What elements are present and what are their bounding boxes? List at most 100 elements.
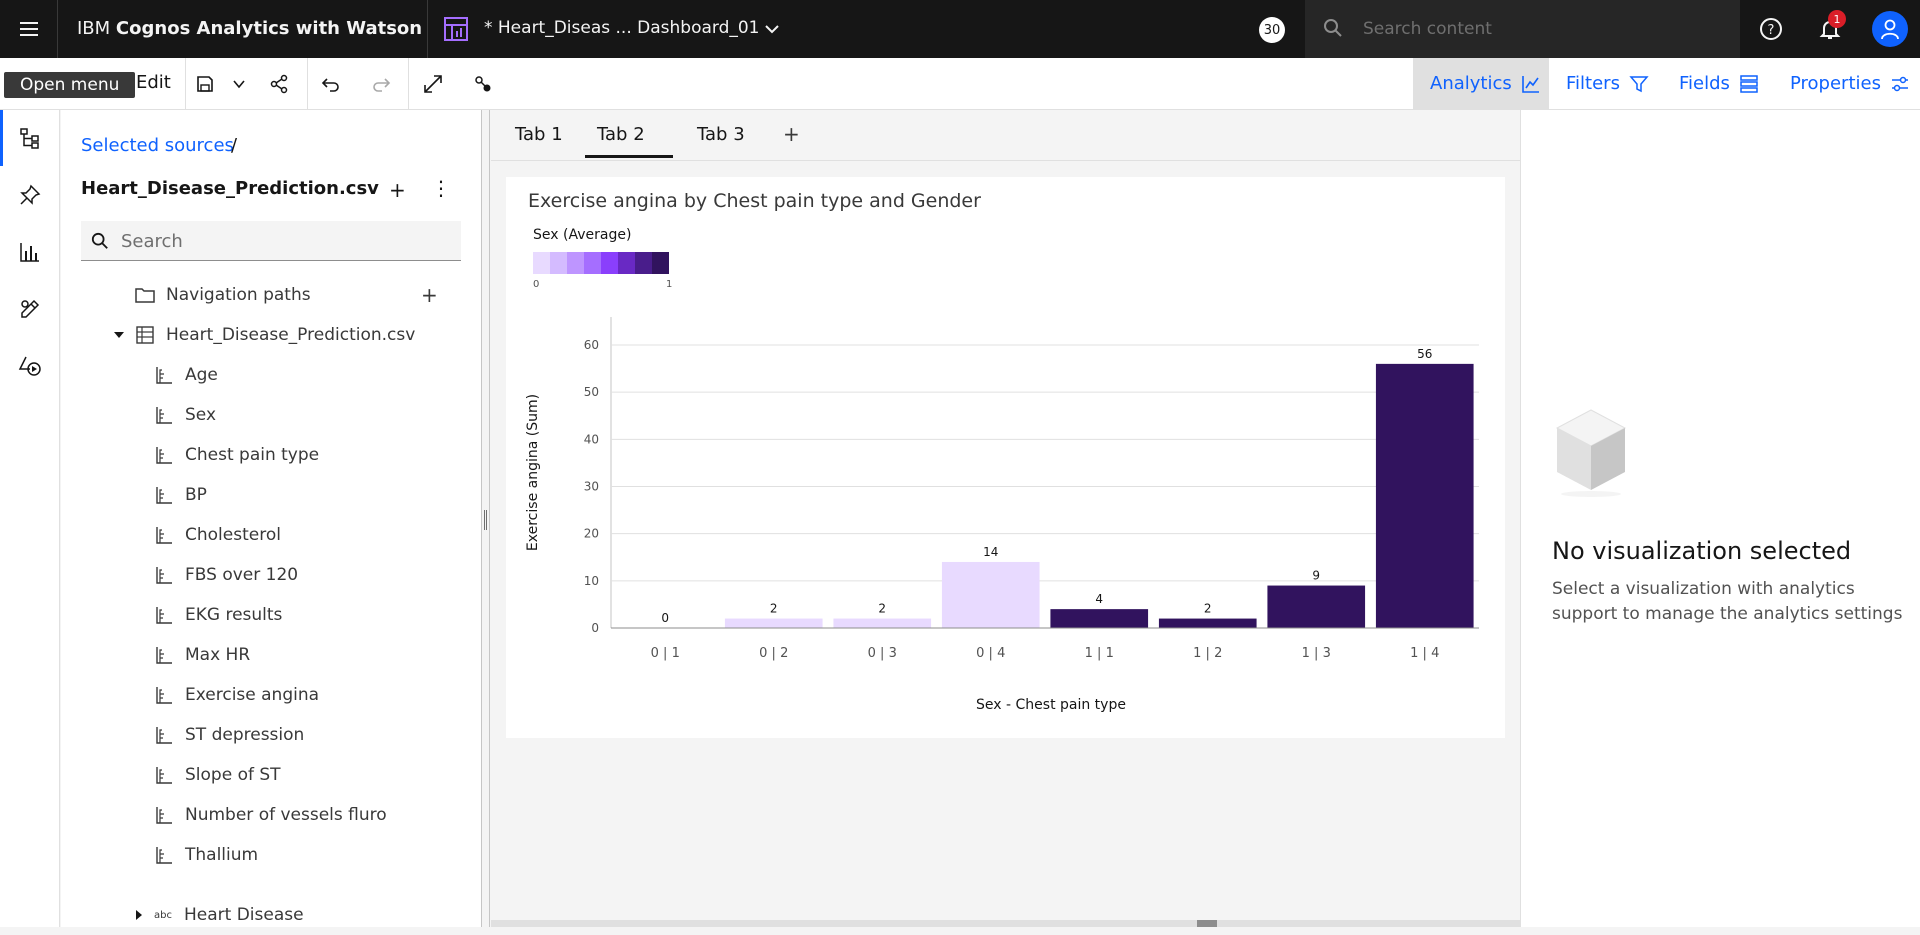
redo-button[interactable] <box>369 72 393 96</box>
edit-button[interactable]: Edit <box>136 72 171 93</box>
add-source-button[interactable]: + <box>389 178 406 202</box>
count-badge[interactable]: 30 <box>1259 17 1285 43</box>
source-search-input[interactable] <box>121 227 441 255</box>
measure-icon <box>153 484 175 506</box>
field-item[interactable]: Number of vessels fluro <box>153 795 387 835</box>
field-item[interactable]: Sex <box>153 395 216 435</box>
source-overflow-menu-button[interactable]: ⋮ <box>431 176 451 200</box>
sources-rail-button[interactable] <box>0 110 60 166</box>
pin-rail-button[interactable] <box>0 167 60 223</box>
redo-icon <box>373 78 391 92</box>
measure-icon <box>153 844 175 866</box>
analytics-button[interactable]: Analytics <box>1413 58 1549 109</box>
tab-1[interactable]: Tab 1 <box>515 124 563 145</box>
save-options-button[interactable] <box>227 72 251 96</box>
settings-adjust-icon <box>1891 76 1908 91</box>
x-tick-label: 1 | 1 <box>1085 646 1114 661</box>
shapes-play-icon <box>18 356 41 376</box>
field-label: Slope of ST <box>185 765 281 785</box>
bar-chart-widget[interactable]: Exercise angina by Chest pain type and G… <box>506 177 1505 738</box>
horizontal-scrollbar[interactable] <box>491 920 1520 927</box>
y-axis-label: Exercise angina (Sum) <box>525 394 541 551</box>
data-label: 4 <box>1095 592 1103 606</box>
user-avatar[interactable] <box>1872 11 1908 47</box>
product-name[interactable]: IBM Cognos Analytics with Watson <box>77 18 422 39</box>
divider <box>427 0 428 58</box>
measure-icon <box>153 444 175 466</box>
caret-right-icon[interactable] <box>128 904 150 926</box>
caret-down-icon[interactable] <box>108 324 130 346</box>
field-label: Cholesterol <box>185 525 281 545</box>
source-search-box <box>81 221 461 261</box>
field-heart-disease[interactable]: abc Heart Disease <box>128 895 304 935</box>
undo-button[interactable] <box>319 72 343 96</box>
x-tick-label: 0 | 3 <box>868 646 897 661</box>
field-item[interactable]: FBS over 120 <box>153 555 298 595</box>
drill-button[interactable] <box>471 72 495 96</box>
data-tree-icon <box>20 128 39 149</box>
field-item[interactable]: EKG results <box>153 595 282 635</box>
text-field-icon: abc <box>154 909 172 921</box>
share-button[interactable] <box>267 72 291 96</box>
navigation-paths-label: Navigation paths <box>166 285 311 305</box>
tab-3[interactable]: Tab 3 <box>697 124 745 145</box>
fields-icon <box>1740 74 1758 93</box>
widgets-rail-button[interactable] <box>0 281 60 337</box>
splitter-handle[interactable] <box>484 510 487 530</box>
measure-icon <box>153 764 175 786</box>
data-label: 56 <box>1417 347 1432 361</box>
help-icon: ? <box>1760 18 1782 40</box>
bar <box>941 561 1040 628</box>
field-item[interactable]: Cholesterol <box>153 515 281 555</box>
fields-button[interactable]: Fields <box>1679 58 1759 109</box>
folder-icon <box>134 284 156 306</box>
fullscreen-button[interactable] <box>421 72 445 96</box>
bar <box>1375 363 1474 628</box>
field-item[interactable]: Max HR <box>153 635 250 675</box>
field-item[interactable]: ST depression <box>153 715 304 755</box>
search-content-box <box>1305 0 1740 58</box>
add-navigation-path-button[interactable]: + <box>421 275 438 315</box>
add-tab-button[interactable]: + <box>783 122 800 146</box>
save-button[interactable] <box>193 72 217 96</box>
navigation-paths-item[interactable]: Navigation paths <box>134 275 311 315</box>
table-node[interactable]: Heart_Disease_Prediction.csv <box>108 315 415 355</box>
y-tick-label: 60 <box>584 338 599 352</box>
panel-splitter[interactable] <box>481 110 490 927</box>
field-item[interactable]: Exercise angina <box>153 675 319 715</box>
tab-2[interactable]: Tab 2 <box>585 124 673 158</box>
filters-button[interactable]: Filters <box>1566 58 1649 109</box>
top-bar: IBM Cognos Analytics with Watson * Heart… <box>0 0 1920 58</box>
undo-icon <box>321 78 339 92</box>
fields-label: Fields <box>1679 73 1730 94</box>
dashboard-canvas: Tab 1 Tab 2 Tab 3 + Exercise angina by C… <box>491 110 1520 927</box>
field-label: BP <box>185 485 207 505</box>
y-tick-label: 40 <box>584 432 599 446</box>
chevron-down-icon <box>233 80 245 89</box>
x-tick-label: 1 | 4 <box>1410 646 1439 661</box>
assistant-rail-button[interactable] <box>0 338 60 394</box>
field-item[interactable]: Thallium <box>153 835 258 875</box>
search-content-input[interactable] <box>1363 14 1723 44</box>
help-button[interactable]: ? <box>1758 16 1784 42</box>
field-label: Max HR <box>185 645 251 665</box>
breadcrumb-selected-sources[interactable]: Selected sources <box>81 135 234 156</box>
x-axis-label: Sex - Chest pain type <box>976 697 1126 713</box>
connect-icon <box>475 76 491 92</box>
properties-button[interactable]: Properties <box>1790 58 1910 109</box>
scrollbar-thumb[interactable] <box>1197 920 1217 927</box>
bar <box>724 618 823 628</box>
hamburger-menu-button[interactable] <box>0 0 58 58</box>
data-label: 14 <box>983 545 998 559</box>
visualizations-rail-button[interactable] <box>0 224 60 280</box>
field-label: Number of vessels fluro <box>185 805 387 825</box>
measure-icon <box>153 564 175 586</box>
field-item[interactable]: Age <box>153 355 218 395</box>
field-item[interactable]: Chest pain type <box>153 435 319 475</box>
dashboard-title[interactable]: * Heart_Diseas ... Dashboard_01 <box>484 18 760 38</box>
chevron-down-icon[interactable] <box>763 20 781 38</box>
expand-icon <box>424 75 442 93</box>
field-item[interactable]: Slope of ST <box>153 755 281 795</box>
empty-box-icon <box>1555 409 1627 497</box>
field-item[interactable]: BP <box>153 475 207 515</box>
